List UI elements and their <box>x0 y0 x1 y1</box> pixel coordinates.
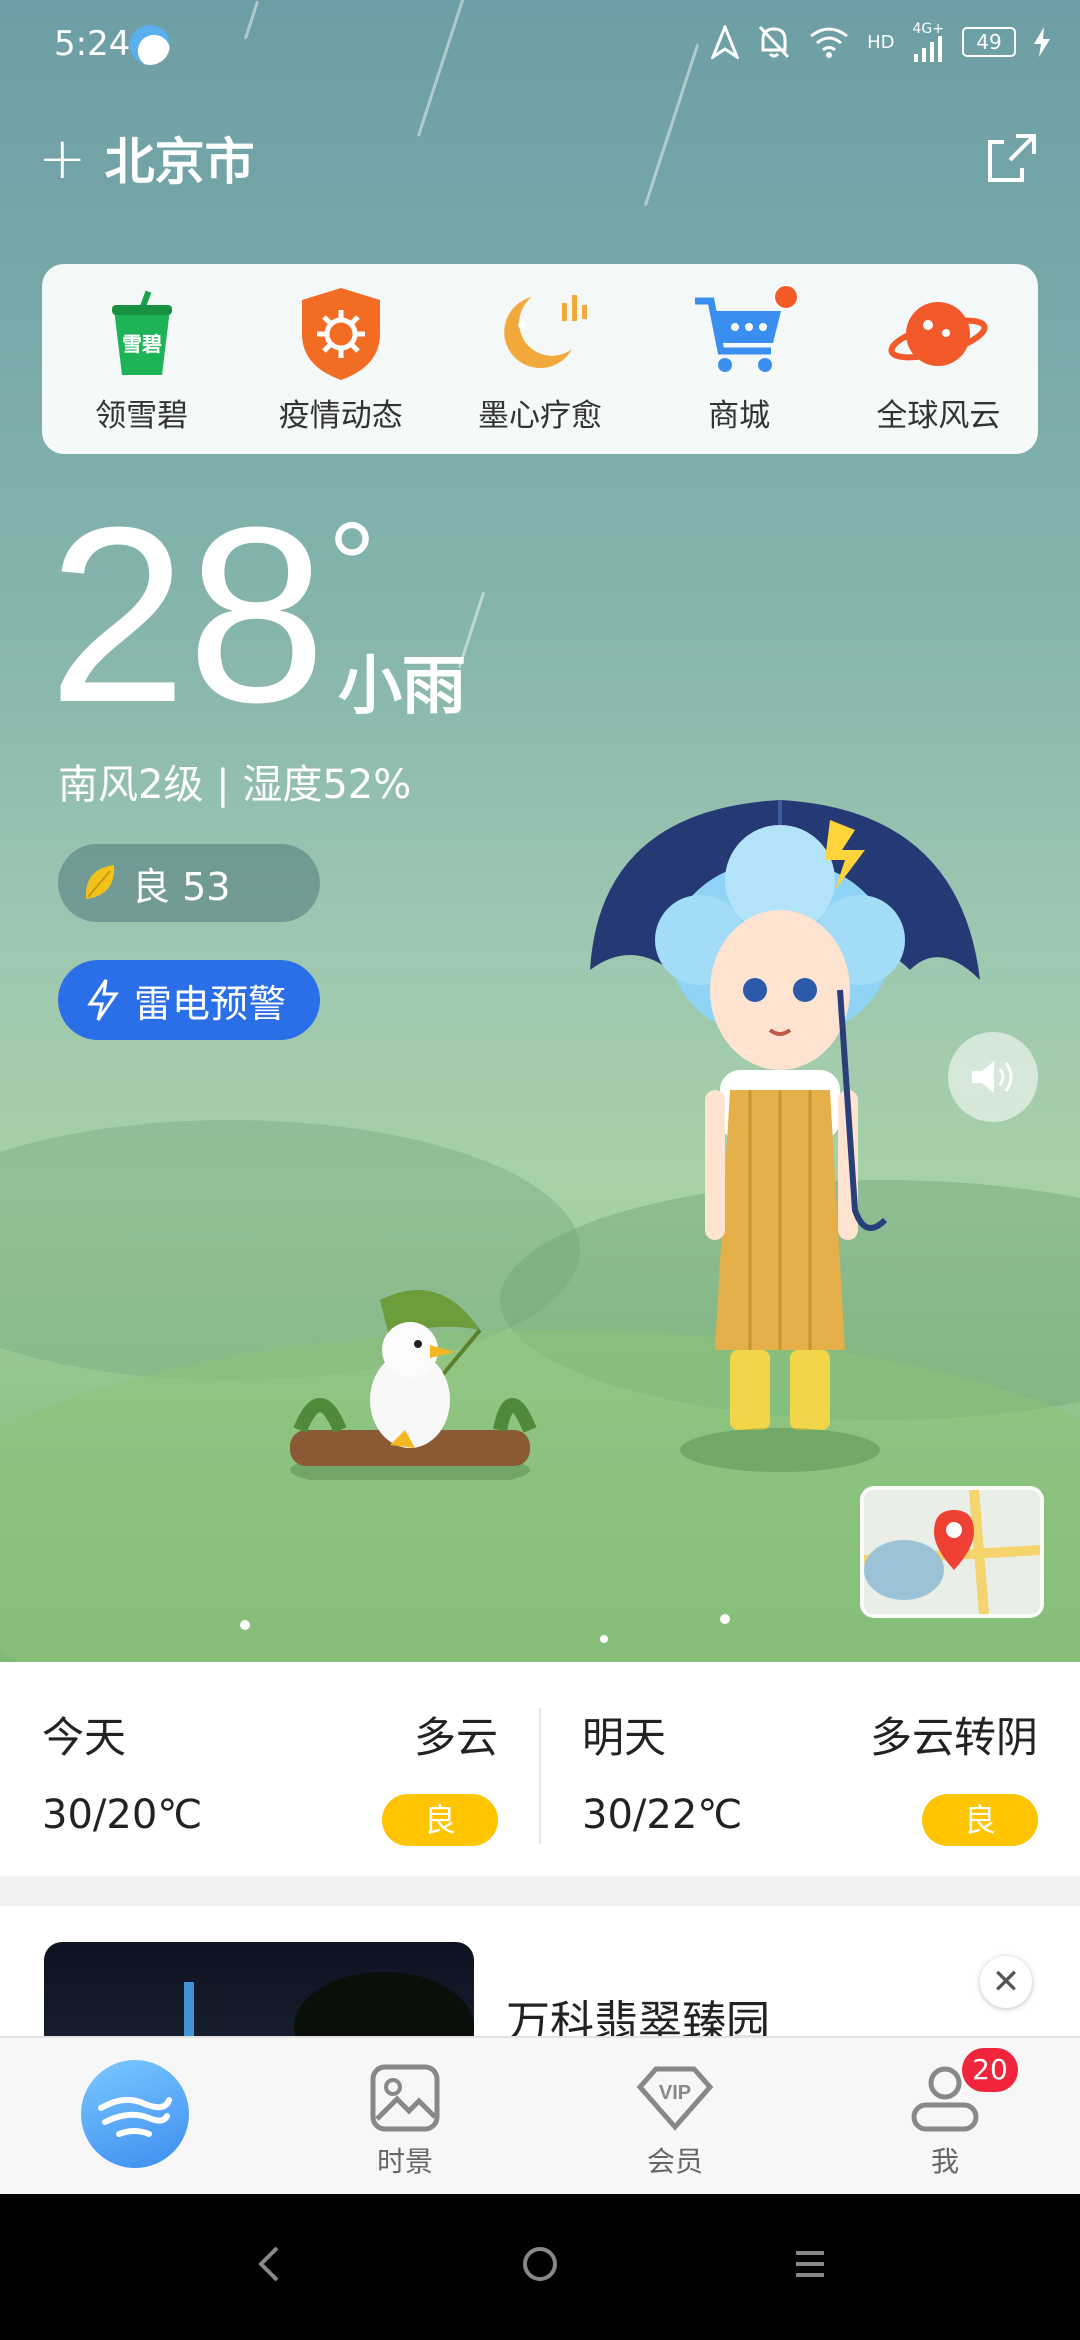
warning-label: 雷电预警 <box>134 981 287 1026</box>
duck-illustration <box>290 1290 537 1480</box>
quick-item-sprite[interactable]: 雪碧 领雪碧 <box>52 284 232 435</box>
news-thumbnail <box>44 1942 474 2036</box>
quick-item-mall[interactable]: 商城 <box>649 283 829 435</box>
news-title: 万科翡翠臻园 <box>506 1997 770 2036</box>
forecast-weather: 多云转阴 <box>869 1713 1038 1762</box>
signal-icon <box>914 36 942 62</box>
forecast-range: 30/20℃ <box>42 1792 203 1838</box>
news-card[interactable]: 万科翡翠臻园 ✕ <box>0 1906 1080 2036</box>
current-temperature: 28 <box>48 475 327 754</box>
ground-sparkle <box>720 1614 730 1624</box>
tab-me[interactable]: 20 我 <box>810 2038 1080 2196</box>
forecast-range: 30/22℃ <box>582 1792 743 1838</box>
ground-sparkle <box>600 1635 608 1643</box>
planet-icon <box>888 284 988 384</box>
tab-scenes[interactable]: 时景 <box>270 2038 540 2196</box>
wind-humidity: 南风2级 | 湿度52% <box>58 762 412 808</box>
close-icon[interactable]: ✕ <box>980 1956 1032 2008</box>
hd-label: HD <box>867 31 895 53</box>
quick-item-label: 墨心疗愈 <box>477 397 602 434</box>
photo-icon <box>365 2058 445 2138</box>
quick-item-global[interactable]: 全球风云 <box>848 284 1028 435</box>
forecast-today[interactable]: 今天 多云 30/20℃ 良 <box>0 1662 540 1876</box>
share-icon[interactable] <box>982 128 1042 188</box>
status-bar: 5:24 HD 4G+ 49 <box>0 0 1080 92</box>
section-gap <box>0 1876 1080 1906</box>
home-circle-icon[interactable] <box>510 2234 570 2294</box>
weather-home-icon <box>81 2060 189 2168</box>
wifi-icon <box>810 27 849 58</box>
city-selector[interactable]: + 北京市 <box>38 122 255 194</box>
quick-item-label: 疫情动态 <box>278 397 403 434</box>
leaf-icon <box>85 865 115 899</box>
virus-shield-icon <box>291 284 391 384</box>
quick-item-label: 全球风云 <box>876 397 1001 434</box>
quick-item-label: 商城 <box>708 397 771 434</box>
map-button[interactable] <box>860 1486 1044 1618</box>
speaker-icon <box>972 1061 1013 1093</box>
tab-label: 会员 <box>646 2145 703 2178</box>
status-icons: HD 4G+ 49 <box>711 22 1050 62</box>
forecast-weather: 多云 <box>413 1713 498 1762</box>
notification-dot <box>773 283 800 310</box>
quick-menu: 雪碧 领雪碧 疫情动态 墨心疗愈 商城 全球风云 <box>42 264 1038 454</box>
notification-count-badge: 20 <box>962 2048 1018 2092</box>
character-illustration <box>590 800 980 1472</box>
weather-scene <box>0 0 1080 1662</box>
map-pin-icon <box>864 1490 1040 1614</box>
location-arrow-icon <box>711 25 740 59</box>
quick-item-label: 领雪碧 <box>95 397 189 434</box>
forecast-day: 明天 <box>582 1713 667 1762</box>
voice-broadcast-button[interactable] <box>948 1032 1038 1122</box>
bottom-tab-bar: 时景 VIP 会员 20 我 <box>0 2036 1080 2196</box>
lightning-icon <box>87 979 119 1021</box>
charging-icon <box>1034 27 1050 57</box>
aqi-button[interactable]: 良 53 <box>58 844 320 922</box>
add-city-icon[interactable]: + <box>38 129 87 187</box>
quick-item-healing[interactable]: 墨心疗愈 <box>450 284 630 435</box>
tab-vip[interactable]: VIP 会员 <box>540 2038 810 2196</box>
degree-symbol: ° <box>328 498 376 632</box>
weather-status-icon <box>130 25 170 65</box>
aqi-badge: 良 <box>922 1794 1038 1846</box>
battery-level: 49 <box>962 27 1016 57</box>
sprite-cup-icon: 雪碧 <box>92 284 192 384</box>
tab-label: 我 <box>930 2145 959 2178</box>
svg-text:雪碧: 雪碧 <box>122 332 162 356</box>
system-navigation-bar <box>0 2194 1080 2340</box>
thunder-warning-button[interactable]: 雷电预警 <box>58 960 320 1040</box>
status-time: 5:24 <box>54 24 131 64</box>
forecast-tomorrow[interactable]: 明天 多云转阴 30/22℃ 良 <box>540 1662 1080 1876</box>
tab-weather[interactable] <box>0 2038 270 2196</box>
aqi-value: 良 53 <box>132 864 231 909</box>
bell-muted-icon <box>758 25 790 59</box>
weather-condition: 小雨 <box>338 650 466 724</box>
svg-text:VIP: VIP <box>659 2082 691 2104</box>
aqi-badge: 良 <box>382 1794 498 1846</box>
ground-sparkle <box>240 1620 250 1630</box>
forecast-day: 今天 <box>42 1713 127 1762</box>
recent-apps-icon[interactable] <box>780 2234 840 2294</box>
quick-item-epidemic[interactable]: 疫情动态 <box>251 284 431 435</box>
back-icon[interactable] <box>240 2234 300 2294</box>
network-type: 4G+ <box>912 21 945 37</box>
tab-label: 时景 <box>376 2145 433 2178</box>
vip-icon: VIP <box>635 2058 715 2138</box>
moon-icon <box>490 284 590 384</box>
city-name: 北京市 <box>104 133 255 191</box>
forecast-panel: 今天 多云 30/20℃ 良 明天 多云转阴 30/22℃ 良 <box>0 1662 1080 1876</box>
